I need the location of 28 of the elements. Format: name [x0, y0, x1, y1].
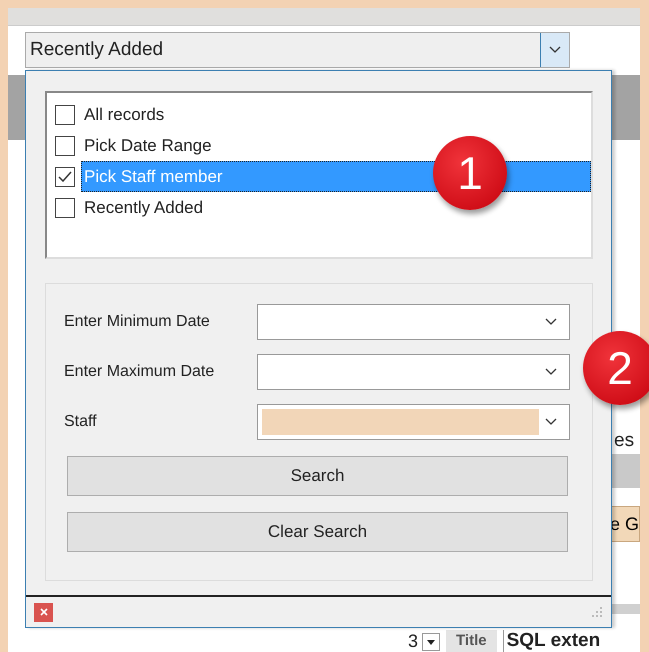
chevron-icon [545, 418, 557, 426]
tab-label: es [614, 430, 636, 452]
title-field[interactable]: SQL exten [502, 630, 600, 652]
close-icon[interactable] [34, 602, 53, 622]
field-label: Enter Minimum Date [64, 313, 211, 331]
field-label: Staff [64, 413, 98, 431]
search-button[interactable]: Search [67, 456, 568, 496]
field-label: Title [446, 630, 497, 652]
checkmark-icon [57, 170, 73, 184]
checkbox[interactable] [55, 198, 75, 218]
chevron-icon [549, 46, 561, 54]
list-item[interactable]: All records [81, 99, 591, 130]
dropdown-field[interactable] [257, 304, 570, 340]
dropdown-field[interactable] [257, 354, 570, 390]
checkbox[interactable] [55, 104, 75, 124]
field-label: Enter Maximum Date [64, 363, 216, 381]
dropdown-field[interactable] [257, 404, 570, 440]
chevron-icon [545, 368, 557, 376]
down-arrow-icon [427, 640, 436, 644]
panel-strip [612, 604, 640, 614]
checkbox[interactable] [55, 136, 75, 156]
panel-strip [612, 454, 640, 488]
filter-dropdown[interactable]: Recently Added [25, 32, 570, 68]
search-button[interactable]: Clear Search [67, 512, 568, 552]
chevron-icon [545, 318, 557, 326]
checkbox[interactable] [55, 166, 75, 186]
dropdown-button[interactable] [540, 33, 569, 67]
resize-grip-icon[interactable] [591, 606, 603, 618]
